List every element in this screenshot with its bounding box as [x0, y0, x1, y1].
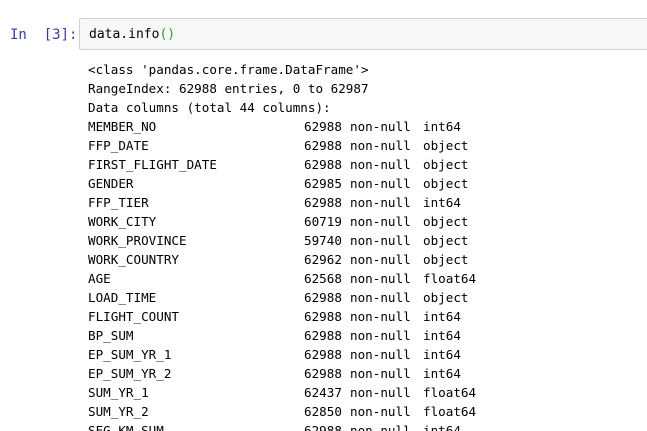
column-count: 62437 — [304, 385, 342, 400]
column-name: SUM_YR_1 — [88, 385, 149, 400]
column-info-row: FIRST_FLIGHT_DATE 62988 non-null object — [88, 155, 647, 174]
column-name: EP_SUM_YR_2 — [88, 366, 172, 381]
column-nulls: non-null — [350, 195, 411, 210]
column-nulls: non-null — [350, 404, 411, 419]
output-header-line: Data columns (total 44 columns): — [88, 100, 331, 115]
column-name: FLIGHT_COUNT — [88, 309, 179, 324]
column-name: SEG_KM_SUM — [88, 423, 164, 431]
code-paren: () — [159, 27, 176, 42]
column-nulls: non-null — [350, 233, 411, 248]
column-count: 62988 — [304, 119, 342, 134]
columns-list: MEMBER_NO 62988 non-null int64 FFP_DATE 62988… — [88, 117, 647, 431]
column-name: MEMBER_NO — [88, 119, 157, 134]
column-name: FIRST_FLIGHT_DATE — [88, 157, 217, 172]
column-info-row: LOAD_TIME 62988 non-null object — [88, 288, 647, 307]
column-name: AGE — [88, 271, 111, 286]
input-prompt: In [3]: — [10, 27, 78, 43]
column-dtype: object — [423, 214, 469, 229]
column-name: SUM_YR_2 — [88, 404, 149, 419]
column-name: WORK_COUNTRY — [88, 252, 179, 267]
column-count: 62988 — [304, 290, 342, 305]
column-dtype: int64 — [423, 328, 461, 343]
column-count: 62985 — [304, 176, 342, 191]
column-name: WORK_PROVINCE — [88, 233, 187, 248]
column-dtype: int64 — [423, 347, 461, 362]
column-dtype: float64 — [423, 385, 477, 400]
column-nulls: non-null — [350, 366, 411, 381]
column-dtype: object — [423, 157, 469, 172]
cell-output: <class 'pandas.core.frame.DataFrame'> Ra… — [88, 60, 647, 431]
column-count: 62988 — [304, 157, 342, 172]
column-nulls: non-null — [350, 385, 411, 400]
column-info-row: AGE 62568 non-null float64 — [88, 269, 647, 288]
column-count: 62962 — [304, 252, 342, 267]
output-header-line: RangeIndex: 62988 entries, 0 to 62987 — [88, 81, 369, 96]
column-count: 62988 — [304, 195, 342, 210]
column-nulls: non-null — [350, 252, 411, 267]
column-nulls: non-null — [350, 328, 411, 343]
column-count: 62988 — [304, 328, 342, 343]
code-text: data.info — [89, 27, 160, 42]
column-nulls: non-null — [350, 138, 411, 153]
column-name: EP_SUM_YR_1 — [88, 347, 172, 362]
column-name: FFP_DATE — [88, 138, 149, 153]
column-dtype: float64 — [423, 404, 477, 419]
column-name: BP_SUM — [88, 328, 134, 343]
column-info-row: GENDER 62985 non-null object — [88, 174, 647, 193]
code-input-area[interactable]: data.info() — [79, 18, 647, 50]
column-info-row: WORK_PROVINCE 59740 non-null object — [88, 231, 647, 250]
column-dtype: object — [423, 138, 469, 153]
column-info-row: WORK_CITY 60719 non-null object — [88, 212, 647, 231]
column-count: 62988 — [304, 309, 342, 324]
column-dtype: int64 — [423, 309, 461, 324]
column-nulls: non-null — [350, 290, 411, 305]
column-info-row: EP_SUM_YR_2 62988 non-null int64 — [88, 364, 647, 383]
column-count: 62988 — [304, 423, 342, 431]
column-nulls: non-null — [350, 271, 411, 286]
column-dtype: object — [423, 290, 469, 305]
column-count: 62988 — [304, 347, 342, 362]
column-dtype: int64 — [423, 119, 461, 134]
column-info-row: FFP_DATE 62988 non-null object — [88, 136, 647, 155]
top-strip — [0, 0, 647, 4]
column-count: 62988 — [304, 366, 342, 381]
column-info-row: SEG_KM_SUM 62988 non-null int64 — [88, 421, 647, 431]
column-nulls: non-null — [350, 347, 411, 362]
output-header-line: <class 'pandas.core.frame.DataFrame'> — [88, 62, 369, 77]
code-line: data.info() — [89, 26, 175, 44]
column-count: 62568 — [304, 271, 342, 286]
column-name: GENDER — [88, 176, 134, 191]
column-count: 60719 — [304, 214, 342, 229]
column-count: 62850 — [304, 404, 342, 419]
column-dtype: int64 — [423, 195, 461, 210]
column-nulls: non-null — [350, 176, 411, 191]
column-dtype: int64 — [423, 366, 461, 381]
column-dtype: object — [423, 233, 469, 248]
column-name: WORK_CITY — [88, 214, 157, 229]
column-info-row: MEMBER_NO 62988 non-null int64 — [88, 117, 647, 136]
column-dtype: object — [423, 252, 469, 267]
column-dtype: int64 — [423, 423, 461, 431]
column-info-row: FFP_TIER 62988 non-null int64 — [88, 193, 647, 212]
column-name: FFP_TIER — [88, 195, 149, 210]
column-name: LOAD_TIME — [88, 290, 157, 305]
column-info-row: FLIGHT_COUNT 62988 non-null int64 — [88, 307, 647, 326]
column-count: 59740 — [304, 233, 342, 248]
code-cell[interactable]: In [3]: data.info() — [0, 16, 647, 54]
column-info-row: EP_SUM_YR_1 62988 non-null int64 — [88, 345, 647, 364]
column-nulls: non-null — [350, 119, 411, 134]
column-info-row: SUM_YR_2 62850 non-null float64 — [88, 402, 647, 421]
column-nulls: non-null — [350, 423, 411, 431]
column-info-row: WORK_COUNTRY 62962 non-null object — [88, 250, 647, 269]
column-count: 62988 — [304, 138, 342, 153]
column-dtype: float64 — [423, 271, 477, 286]
column-info-row: SUM_YR_1 62437 non-null float64 — [88, 383, 647, 402]
column-nulls: non-null — [350, 214, 411, 229]
column-nulls: non-null — [350, 157, 411, 172]
column-nulls: non-null — [350, 309, 411, 324]
column-dtype: object — [423, 176, 469, 191]
column-info-row: BP_SUM 62988 non-null int64 — [88, 326, 647, 345]
